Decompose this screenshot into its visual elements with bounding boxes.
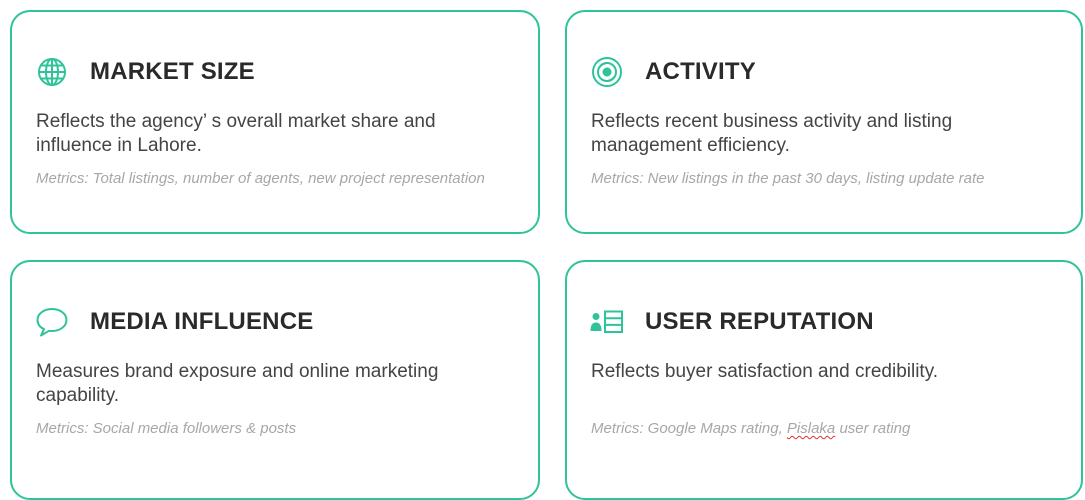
card-description: Reflects recent business activity and li… bbox=[591, 111, 953, 156]
globe-icon bbox=[34, 54, 70, 90]
card-header: USER REPUTATION bbox=[589, 304, 874, 340]
market-size-card: MARKET SIZE Reflects the agency’ s overa… bbox=[10, 10, 540, 234]
card-header: MARKET SIZE bbox=[34, 54, 255, 90]
card-metrics: Metrics: Social media followers & posts bbox=[36, 420, 297, 437]
card-description: Reflects the agency’ s overall market sh… bbox=[36, 111, 436, 156]
card-title: ACTIVITY bbox=[645, 58, 756, 85]
speech-bubble-icon bbox=[34, 304, 70, 340]
card-header: MEDIA INFLUENCE bbox=[34, 304, 313, 340]
metrics-prefix: Metrics: Google Maps rating, bbox=[591, 420, 787, 437]
card-metrics: Metrics: Total listings, number of agent… bbox=[36, 170, 485, 187]
card-title: MARKET SIZE bbox=[90, 58, 255, 85]
media-influence-card: MEDIA INFLUENCE Measures brand exposure … bbox=[10, 260, 540, 500]
metrics-suffix: user rating bbox=[835, 420, 911, 437]
activity-card: ACTIVITY Reflects recent business activi… bbox=[565, 10, 1083, 234]
card-title: USER REPUTATION bbox=[645, 308, 874, 335]
user-reputation-card: USER REPUTATION Reflects buyer satisfact… bbox=[565, 260, 1083, 500]
card-description: Reflects buyer satisfaction and credibil… bbox=[591, 361, 939, 382]
card-description: Measures brand exposure and online marke… bbox=[36, 361, 439, 406]
card-metrics: Metrics: New listings in the past 30 day… bbox=[591, 170, 985, 187]
vinyl-disc-icon bbox=[589, 54, 625, 90]
card-header: ACTIVITY bbox=[589, 54, 756, 90]
user-list-icon bbox=[589, 304, 625, 340]
spellcheck-flagged-word: Pislaka bbox=[786, 420, 836, 437]
card-metrics: Metrics: Google Maps rating, Pislaka use… bbox=[591, 419, 1071, 439]
card-title: MEDIA INFLUENCE bbox=[90, 308, 314, 335]
